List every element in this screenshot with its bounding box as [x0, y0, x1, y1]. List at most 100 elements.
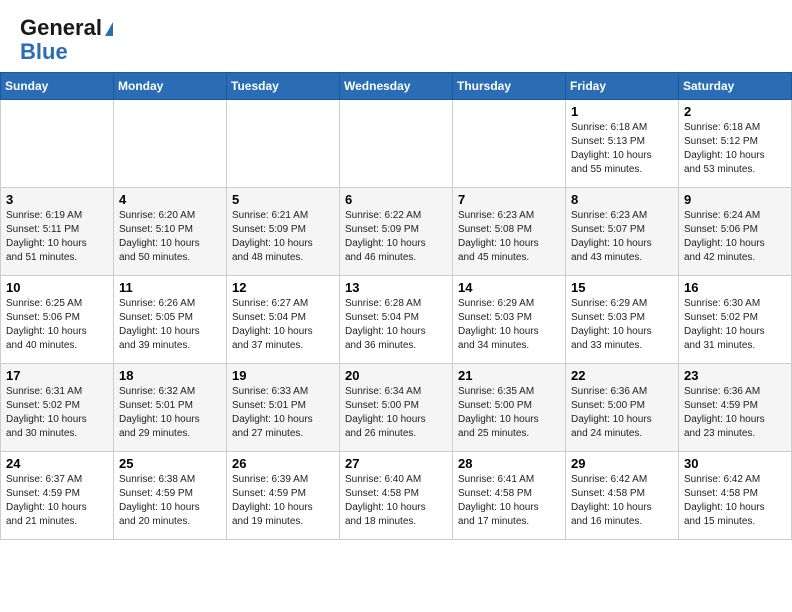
calendar-cell: 7 Sunrise: 6:23 AM Sunset: 5:08 PM Daylig…: [453, 188, 566, 276]
day-info: Sunrise: 6:42 AM Sunset: 4:58 PM Dayligh…: [571, 473, 673, 529]
day-number: 23: [684, 368, 786, 383]
weekday-header-saturday: Saturday: [679, 73, 792, 100]
calendar-cell: 4 Sunrise: 6:20 AM Sunset: 5:10 PM Daylig…: [114, 188, 227, 276]
day-info: Sunrise: 6:26 AM Sunset: 5:05 PM Dayligh…: [119, 297, 221, 353]
day-number: 11: [119, 280, 221, 295]
calendar-cell: 29 Sunrise: 6:42 AM Sunset: 4:58 PM Dayli…: [566, 452, 679, 540]
day-info: Sunrise: 6:32 AM Sunset: 5:01 PM Dayligh…: [119, 385, 221, 441]
day-info: Sunrise: 6:35 AM Sunset: 5:00 PM Dayligh…: [458, 385, 560, 441]
day-info: Sunrise: 6:24 AM Sunset: 5:06 PM Dayligh…: [684, 209, 786, 265]
weekday-header-tuesday: Tuesday: [227, 73, 340, 100]
logo-text: General: [20, 16, 113, 40]
calendar-cell: 26Sunrise: 6:39 AM Sunset: 4:59 PM Dayli…: [227, 452, 340, 540]
day-info: Sunrise: 6:40 AM Sunset: 4:58 PM Dayligh…: [345, 473, 447, 529]
day-number: 30: [684, 456, 786, 471]
day-info: Sunrise: 6:25 AM Sunset: 5:06 PM Dayligh…: [6, 297, 108, 353]
calendar-cell: 18 Sunrise: 6:32 AM Sunset: 5:01 PM Dayli…: [114, 364, 227, 452]
day-number: 20: [345, 368, 447, 383]
day-info: Sunrise: 6:30 AM Sunset: 5:02 PM Dayligh…: [684, 297, 786, 353]
day-info: Sunrise: 6:28 AM Sunset: 5:04 PM Dayligh…: [345, 297, 447, 353]
day-number: 18: [119, 368, 221, 383]
day-number: 10: [6, 280, 108, 295]
day-number: 26: [232, 456, 334, 471]
calendar-cell: [227, 100, 340, 188]
day-info: Sunrise: 6:31 AM Sunset: 5:02 PM Dayligh…: [6, 385, 108, 441]
day-info: Sunrise: 6:27 AM Sunset: 5:04 PM Dayligh…: [232, 297, 334, 353]
day-number: 1: [571, 104, 673, 119]
day-info: Sunrise: 6:42 AM Sunset: 4:58 PM Dayligh…: [684, 473, 786, 529]
day-number: 12: [232, 280, 334, 295]
day-number: 21: [458, 368, 560, 383]
weekday-header-thursday: Thursday: [453, 73, 566, 100]
day-info: Sunrise: 6:38 AM Sunset: 4:59 PM Dayligh…: [119, 473, 221, 529]
day-info: Sunrise: 6:29 AM Sunset: 5:03 PM Dayligh…: [571, 297, 673, 353]
calendar-cell: 27 Sunrise: 6:40 AM Sunset: 4:58 PM Dayli…: [340, 452, 453, 540]
day-number: 17: [6, 368, 108, 383]
calendar-cell: 3 Sunrise: 6:19 AM Sunset: 5:11 PM Daylig…: [1, 188, 114, 276]
day-number: 8: [571, 192, 673, 207]
day-number: 27: [345, 456, 447, 471]
weekday-header-friday: Friday: [566, 73, 679, 100]
page-header: General Blue: [0, 0, 792, 72]
day-number: 16: [684, 280, 786, 295]
day-info: Sunrise: 6:23 AM Sunset: 5:08 PM Dayligh…: [458, 209, 560, 265]
calendar-cell: 5 Sunrise: 6:21 AM Sunset: 5:09 PM Daylig…: [227, 188, 340, 276]
weekday-header-monday: Monday: [114, 73, 227, 100]
day-info: Sunrise: 6:19 AM Sunset: 5:11 PM Dayligh…: [6, 209, 108, 265]
day-number: 6: [345, 192, 447, 207]
day-info: Sunrise: 6:33 AM Sunset: 5:01 PM Dayligh…: [232, 385, 334, 441]
day-number: 3: [6, 192, 108, 207]
day-number: 13: [345, 280, 447, 295]
calendar-cell: 16 Sunrise: 6:30 AM Sunset: 5:02 PM Dayli…: [679, 276, 792, 364]
calendar-cell: 25 Sunrise: 6:38 AM Sunset: 4:59 PM Dayli…: [114, 452, 227, 540]
day-number: 7: [458, 192, 560, 207]
day-info: Sunrise: 6:23 AM Sunset: 5:07 PM Dayligh…: [571, 209, 673, 265]
day-number: 2: [684, 104, 786, 119]
calendar-cell: 19 Sunrise: 6:33 AM Sunset: 5:01 PM Dayli…: [227, 364, 340, 452]
day-number: 22: [571, 368, 673, 383]
calendar-cell: [340, 100, 453, 188]
day-number: 19: [232, 368, 334, 383]
calendar-cell: 13 Sunrise: 6:28 AM Sunset: 5:04 PM Dayli…: [340, 276, 453, 364]
day-info: Sunrise: 6:21 AM Sunset: 5:09 PM Dayligh…: [232, 209, 334, 265]
calendar-cell: 12 Sunrise: 6:27 AM Sunset: 5:04 PM Dayli…: [227, 276, 340, 364]
day-info: Sunrise: 6:41 AM Sunset: 4:58 PM Dayligh…: [458, 473, 560, 529]
day-number: 15: [571, 280, 673, 295]
calendar-cell: 11 Sunrise: 6:26 AM Sunset: 5:05 PM Dayli…: [114, 276, 227, 364]
weekday-header-wednesday: Wednesday: [340, 73, 453, 100]
calendar-cell: [453, 100, 566, 188]
day-number: 28: [458, 456, 560, 471]
calendar-cell: 14 Sunrise: 6:29 AM Sunset: 5:03 PM Dayli…: [453, 276, 566, 364]
calendar-cell: 21 Sunrise: 6:35 AM Sunset: 5:00 PM Dayli…: [453, 364, 566, 452]
calendar-cell: 30 Sunrise: 6:42 AM Sunset: 4:58 PM Dayli…: [679, 452, 792, 540]
day-info: Sunrise: 6:29 AM Sunset: 5:03 PM Dayligh…: [458, 297, 560, 353]
day-number: 14: [458, 280, 560, 295]
day-info: Sunrise: 6:37 AM Sunset: 4:59 PM Dayligh…: [6, 473, 108, 529]
day-info: Sunrise: 6:22 AM Sunset: 5:09 PM Dayligh…: [345, 209, 447, 265]
weekday-header-sunday: Sunday: [1, 73, 114, 100]
day-info: Sunrise: 6:18 AM Sunset: 5:13 PM Dayligh…: [571, 121, 673, 177]
day-number: 4: [119, 192, 221, 207]
day-number: 9: [684, 192, 786, 207]
calendar-cell: 6 Sunrise: 6:22 AM Sunset: 5:09 PM Daylig…: [340, 188, 453, 276]
logo-text-blue: Blue: [20, 39, 68, 64]
calendar-cell: 22 Sunrise: 6:36 AM Sunset: 5:00 PM Dayli…: [566, 364, 679, 452]
logo: General Blue: [20, 16, 113, 64]
day-info: Sunrise: 6:20 AM Sunset: 5:10 PM Dayligh…: [119, 209, 221, 265]
calendar-cell: 8 Sunrise: 6:23 AM Sunset: 5:07 PM Daylig…: [566, 188, 679, 276]
calendar-cell: 10 Sunrise: 6:25 AM Sunset: 5:06 PM Dayli…: [1, 276, 114, 364]
day-number: 29: [571, 456, 673, 471]
calendar-cell: 17 Sunrise: 6:31 AM Sunset: 5:02 PM Dayli…: [1, 364, 114, 452]
calendar-cell: 23Sunrise: 6:36 AM Sunset: 4:59 PM Dayli…: [679, 364, 792, 452]
calendar-cell: [1, 100, 114, 188]
calendar-cell: [114, 100, 227, 188]
calendar-cell: 15 Sunrise: 6:29 AM Sunset: 5:03 PM Dayli…: [566, 276, 679, 364]
calendar-cell: 24 Sunrise: 6:37 AM Sunset: 4:59 PM Dayli…: [1, 452, 114, 540]
day-number: 5: [232, 192, 334, 207]
day-number: 24: [6, 456, 108, 471]
calendar-cell: 1 Sunrise: 6:18 AM Sunset: 5:13 PM Daylig…: [566, 100, 679, 188]
calendar-table: SundayMondayTuesdayWednesdayThursdayFrid…: [0, 72, 792, 540]
day-number: 25: [119, 456, 221, 471]
day-info: Sunrise: 6:36 AM Sunset: 5:00 PM Dayligh…: [571, 385, 673, 441]
calendar-cell: 28 Sunrise: 6:41 AM Sunset: 4:58 PM Dayli…: [453, 452, 566, 540]
